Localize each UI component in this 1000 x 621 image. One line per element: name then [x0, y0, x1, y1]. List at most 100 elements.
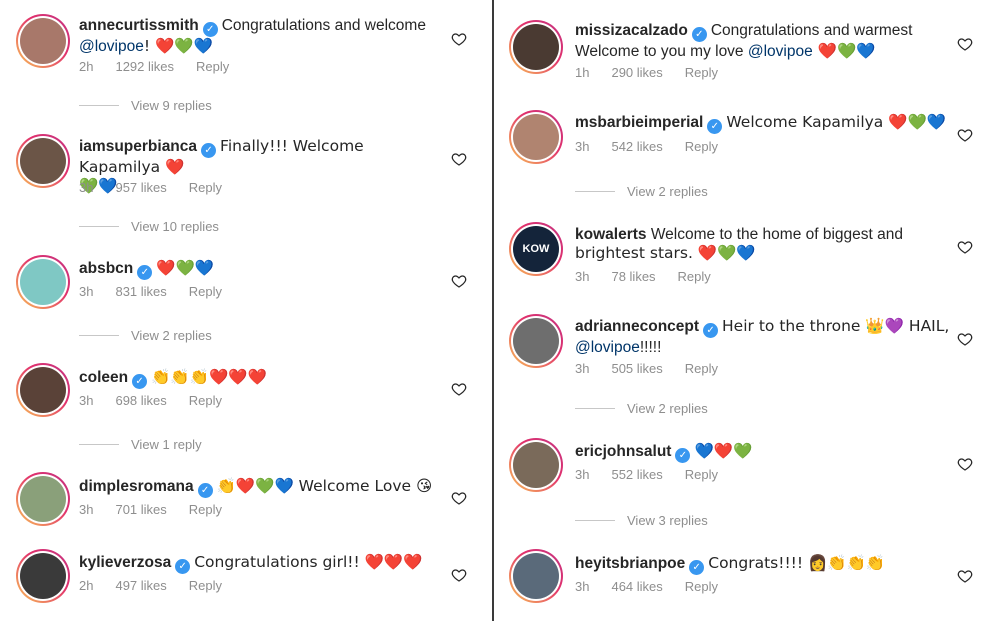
avatar[interactable] — [16, 363, 70, 417]
comment-meta: 3h 957 likes Reply — [79, 180, 222, 195]
view-replies-button[interactable]: View 2 replies — [575, 184, 708, 199]
likes-count[interactable]: 464 likes — [611, 579, 662, 594]
username[interactable]: annecurtissmith — [79, 17, 199, 34]
likes-count[interactable]: 505 likes — [611, 361, 662, 376]
timestamp: 3h — [79, 284, 94, 299]
right-comment-column: missizacalzado ✓ Congratulations and warme… — [494, 0, 1000, 621]
comment-meta: 3h 698 likes Reply — [79, 393, 222, 408]
view-replies-button[interactable]: View 2 replies — [79, 328, 212, 343]
divider-line — [575, 408, 615, 409]
comment-text: kowalerts Welcome to the home of biggest… — [575, 226, 903, 262]
username[interactable]: adrianneconcept — [575, 318, 699, 335]
reply-button[interactable]: Reply — [189, 180, 222, 195]
heart-outline-icon[interactable] — [451, 151, 467, 167]
verified-badge-icon: ✓ — [675, 448, 691, 463]
username[interactable]: msbarbieimperial — [575, 114, 703, 131]
divider-line — [79, 226, 119, 227]
timestamp: 1h — [575, 65, 590, 80]
view-replies-button[interactable]: View 1 reply — [79, 437, 202, 452]
heart-outline-icon[interactable] — [451, 567, 467, 583]
heart-outline-icon[interactable] — [957, 568, 973, 584]
heart-outline-icon[interactable] — [957, 36, 973, 52]
username[interactable]: dimplesromana — [79, 478, 194, 495]
likes-count[interactable]: 78 likes — [611, 269, 655, 284]
mention-link[interactable]: @lovipoe — [575, 339, 640, 356]
reply-button[interactable]: Reply — [189, 393, 222, 408]
username[interactable]: absbcn — [79, 260, 133, 277]
username[interactable]: ericjohnsalut — [575, 443, 671, 460]
view-replies-button[interactable]: View 10 replies — [79, 219, 219, 234]
heart-outline-icon[interactable] — [957, 331, 973, 347]
view-replies-button[interactable]: View 2 replies — [575, 401, 708, 416]
comment-meta: 1h 290 likes Reply — [575, 65, 718, 80]
timestamp: 3h — [79, 502, 94, 517]
likes-count[interactable]: 957 likes — [115, 180, 166, 195]
reply-button[interactable]: Reply — [685, 139, 718, 154]
reply-button[interactable]: Reply — [189, 502, 222, 517]
reply-button[interactable]: Reply — [678, 269, 711, 284]
timestamp: 3h — [575, 361, 590, 376]
avatar[interactable] — [509, 438, 563, 492]
verified-badge-icon: ✓ — [703, 323, 719, 338]
avatar[interactable] — [509, 110, 563, 164]
reply-button[interactable]: Reply — [685, 65, 718, 80]
verified-badge-icon: ✓ — [689, 560, 705, 575]
timestamp: 2h — [79, 59, 94, 74]
comment-text: absbcn ✓ ❤️💚💙 — [79, 259, 215, 280]
heart-outline-icon[interactable] — [451, 273, 467, 289]
heart-outline-icon[interactable] — [957, 127, 973, 143]
avatar[interactable] — [16, 255, 70, 309]
likes-count[interactable]: 1292 likes — [115, 59, 174, 74]
comment-meta: 3h 78 likes Reply — [575, 269, 711, 284]
verified-badge-icon: ✓ — [691, 27, 707, 42]
username[interactable]: kylieverzosa — [79, 554, 171, 571]
comment-meta: 3h 505 likes Reply — [575, 361, 718, 376]
reply-button[interactable]: Reply — [196, 59, 229, 74]
reply-button[interactable]: Reply — [685, 467, 718, 482]
timestamp: 3h — [575, 139, 590, 154]
reply-button[interactable]: Reply — [189, 284, 222, 299]
avatar[interactable] — [509, 549, 563, 603]
username[interactable]: coleen — [79, 369, 128, 386]
comment-meta: 3h 552 likes Reply — [575, 467, 718, 482]
heart-outline-icon[interactable] — [451, 490, 467, 506]
heart-outline-icon[interactable] — [451, 31, 467, 47]
avatar[interactable] — [16, 472, 70, 526]
avatar[interactable]: KOW — [509, 222, 563, 276]
reply-button[interactable]: Reply — [685, 361, 718, 376]
username[interactable]: iamsuperbianca — [79, 138, 197, 155]
likes-count[interactable]: 701 likes — [115, 502, 166, 517]
reply-button[interactable]: Reply — [189, 578, 222, 593]
likes-count[interactable]: 698 likes — [115, 393, 166, 408]
comment-text: heyitsbrianpoe ✓ Congrats!!!! 👩👏👏👏 — [575, 554, 886, 575]
avatar[interactable] — [509, 20, 563, 74]
heart-outline-icon[interactable] — [957, 456, 973, 472]
verified-badge-icon: ✓ — [175, 559, 191, 574]
comment-meta: 2h 497 likes Reply — [79, 578, 222, 593]
timestamp: 3h — [575, 579, 590, 594]
likes-count[interactable]: 497 likes — [115, 578, 166, 593]
comment-meta: 2h 1292 likes Reply — [79, 59, 229, 74]
heart-outline-icon[interactable] — [957, 239, 973, 255]
likes-count[interactable]: 552 likes — [611, 467, 662, 482]
timestamp: 2h — [79, 578, 94, 593]
username[interactable]: missizacalzado — [575, 22, 688, 39]
view-replies-button[interactable]: View 3 replies — [575, 513, 708, 528]
heart-outline-icon[interactable] — [451, 381, 467, 397]
mention-link[interactable]: @lovipoe — [748, 43, 813, 60]
username[interactable]: heyitsbrianpoe — [575, 555, 685, 572]
verified-badge-icon: ✓ — [197, 483, 213, 498]
reply-button[interactable]: Reply — [685, 579, 718, 594]
likes-count[interactable]: 290 likes — [611, 65, 662, 80]
timestamp: 3h — [79, 180, 94, 195]
avatar[interactable] — [16, 14, 70, 68]
likes-count[interactable]: 831 likes — [115, 284, 166, 299]
username[interactable]: kowalerts — [575, 226, 647, 243]
avatar[interactable] — [509, 314, 563, 368]
view-replies-button[interactable]: View 9 replies — [79, 98, 212, 113]
mention-link[interactable]: @lovipoe — [79, 38, 144, 55]
comment-meta: 3h 464 likes Reply — [575, 579, 718, 594]
avatar[interactable] — [16, 134, 70, 188]
avatar[interactable] — [16, 549, 70, 603]
likes-count[interactable]: 542 likes — [611, 139, 662, 154]
